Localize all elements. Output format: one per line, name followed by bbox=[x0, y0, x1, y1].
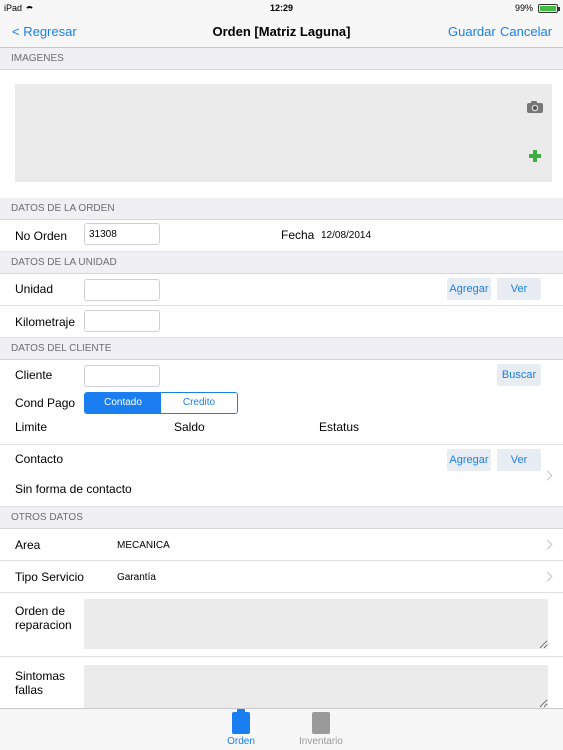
saldo-label: Saldo bbox=[174, 420, 205, 434]
sintomas-row: Sintomas fallas bbox=[0, 657, 563, 708]
area-row[interactable]: Area MECANICA bbox=[0, 529, 563, 561]
kilometraje-label: Kilometraje bbox=[15, 315, 76, 329]
battery-icon bbox=[538, 4, 560, 13]
section-header-imagenes: IMAGENES bbox=[0, 48, 563, 70]
kilometraje-row: Kilometraje bbox=[0, 306, 563, 338]
navigation-bar: < Regresar Orden [Matriz Laguna] Guardar… bbox=[0, 16, 563, 48]
cond-pago-credito[interactable]: Credito bbox=[161, 393, 237, 413]
tipo-servicio-value: Garantía bbox=[117, 572, 156, 583]
no-orden-row: No Orden Fecha 12/08/2014 bbox=[0, 220, 563, 252]
ver-unidad-button[interactable]: Ver bbox=[497, 278, 541, 300]
section-header-datos-cliente: DATOS DEL CLIENTE bbox=[0, 338, 563, 360]
cancel-button[interactable]: Cancelar bbox=[500, 24, 552, 39]
orden-reparacion-textarea[interactable] bbox=[84, 599, 548, 649]
image-gallery[interactable] bbox=[15, 84, 552, 182]
status-time: 12:29 bbox=[269, 3, 294, 13]
agregar-unidad-button[interactable]: Agregar bbox=[447, 278, 491, 300]
ver-contacto-button[interactable]: Ver bbox=[497, 449, 541, 471]
sintomas-textarea[interactable] bbox=[84, 665, 548, 708]
tab-inventario[interactable]: Inventario bbox=[286, 712, 356, 747]
clipboard-icon bbox=[312, 712, 330, 734]
no-orden-label: No Orden bbox=[15, 229, 68, 243]
cliente-label: Cliente bbox=[15, 368, 53, 382]
cond-pago-segmented-control[interactable]: Contado Credito bbox=[84, 392, 238, 414]
area-label: Area bbox=[15, 538, 41, 552]
contacto-block[interactable]: Contacto Agregar Ver Sin forma de contac… bbox=[0, 445, 563, 507]
add-image-icon[interactable] bbox=[529, 150, 541, 162]
tab-orden-label: Orden bbox=[227, 736, 255, 747]
battery-percent: 99% bbox=[514, 3, 533, 13]
no-orden-input[interactable] bbox=[84, 223, 160, 245]
unidad-row: Unidad Agregar Ver bbox=[0, 274, 563, 306]
buscar-cliente-button[interactable]: Buscar bbox=[497, 364, 541, 386]
clipboard-icon bbox=[232, 709, 250, 734]
chevron-right-icon bbox=[542, 539, 553, 550]
tab-inventario-label: Inventario bbox=[299, 736, 343, 747]
unidad-label: Unidad bbox=[15, 282, 54, 296]
fecha-value[interactable]: 12/08/2014 bbox=[321, 230, 371, 241]
orden-reparacion-label: Orden de reparacion bbox=[15, 604, 72, 632]
chevron-right-icon bbox=[542, 470, 553, 481]
cond-pago-label: Cond Pago bbox=[15, 396, 76, 410]
tipo-servicio-row[interactable]: Tipo Servicio Garantía bbox=[0, 561, 563, 593]
section-header-datos-orden: DATOS DE LA ORDEN bbox=[0, 198, 563, 220]
fecha-label: Fecha bbox=[281, 228, 315, 242]
camera-icon[interactable] bbox=[526, 100, 544, 114]
contacto-label: Contacto bbox=[15, 452, 64, 466]
status-bar: iPad 12:29 99% bbox=[0, 0, 563, 16]
tab-orden[interactable]: Orden bbox=[206, 709, 276, 747]
agregar-contacto-button[interactable]: Agregar bbox=[447, 449, 491, 471]
sintomas-label: Sintomas fallas bbox=[15, 669, 66, 697]
section-header-otros-datos: OTROS DATOS bbox=[0, 507, 563, 529]
estatus-label: Estatus bbox=[319, 420, 360, 434]
tipo-servicio-label: Tipo Servicio bbox=[15, 570, 84, 584]
kilometraje-input[interactable] bbox=[84, 310, 160, 332]
sin-contacto-text: Sin forma de contacto bbox=[15, 482, 132, 496]
unidad-input[interactable] bbox=[84, 279, 160, 301]
cond-pago-contado[interactable]: Contado bbox=[85, 393, 161, 413]
limite-label: Limite bbox=[15, 420, 48, 434]
save-button[interactable]: Guardar bbox=[448, 24, 496, 39]
cliente-input[interactable] bbox=[84, 365, 160, 387]
orden-reparacion-row: Orden de reparacion bbox=[0, 593, 563, 657]
tab-bar: Orden Inventario bbox=[0, 708, 563, 750]
area-value: MECANICA bbox=[117, 540, 170, 551]
section-header-datos-unidad: DATOS DE LA UNIDAD bbox=[0, 252, 563, 274]
images-row bbox=[0, 70, 563, 198]
chevron-right-icon bbox=[542, 571, 553, 582]
